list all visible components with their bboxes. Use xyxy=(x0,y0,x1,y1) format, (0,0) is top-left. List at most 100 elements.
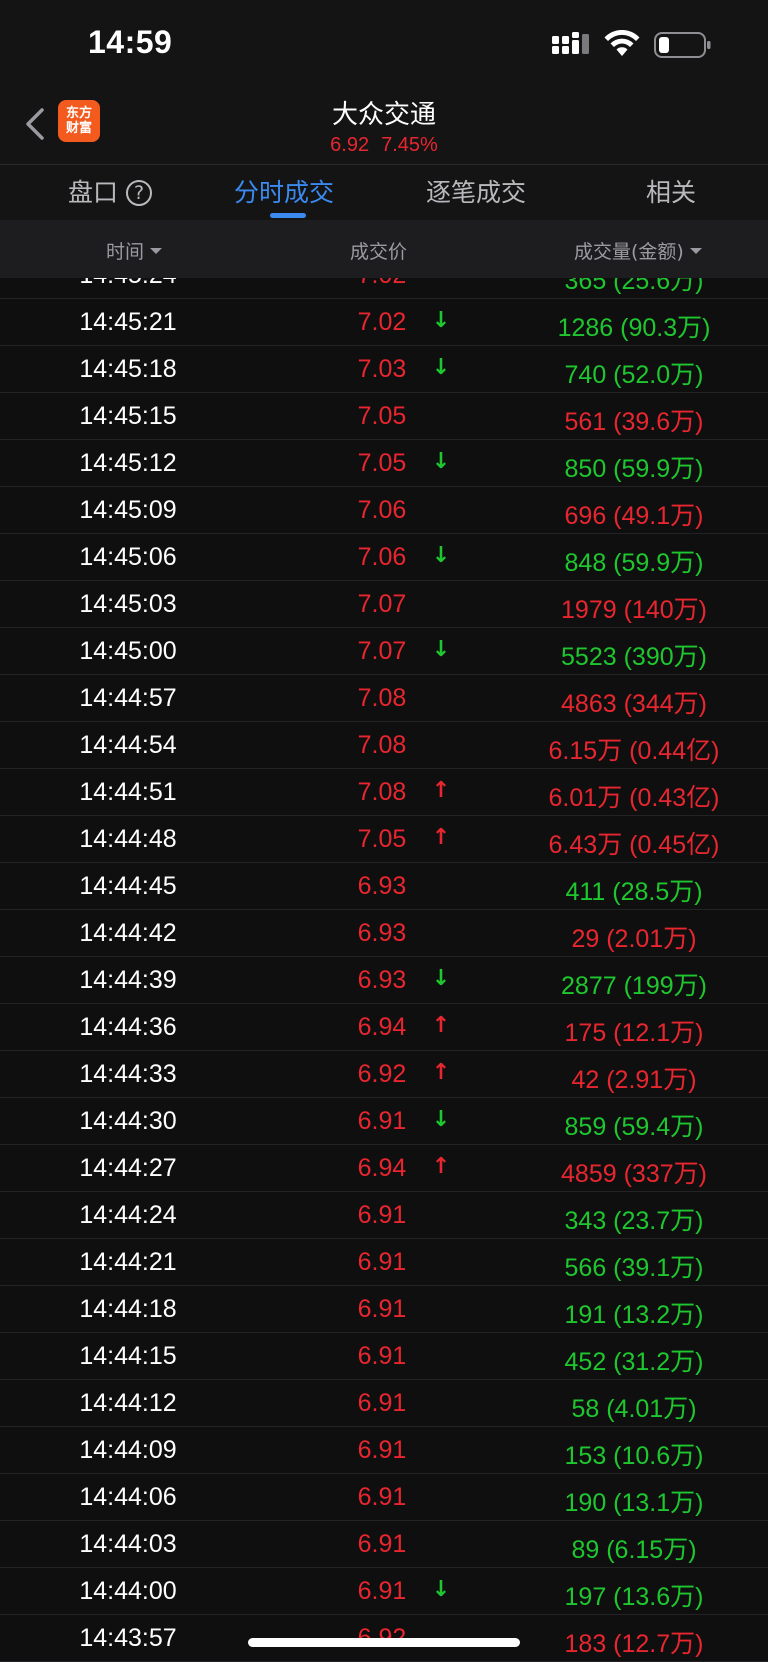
table-row[interactable]: 14:44:42 6.93 29 (2.01万) xyxy=(0,910,768,957)
table-row[interactable]: 14:45:24 7.02 365 (25.6万) xyxy=(0,278,768,299)
arrow-up-icon: ↑ xyxy=(431,1154,451,1179)
trade-volume: 6.15万 (0.44亿) xyxy=(548,737,720,765)
trade-time: 14:45:24 xyxy=(28,278,228,290)
table-row[interactable]: 14:45:15 7.05 561 (39.6万) xyxy=(0,393,768,440)
trade-volume: 859 (59.4万) xyxy=(564,1113,704,1141)
trade-time: 14:44:24 xyxy=(79,1201,177,1229)
table-row[interactable]: 14:44:09 6.91 153 (10.6万) xyxy=(0,1427,768,1474)
col-volume-sort[interactable]: 成交量(金额) xyxy=(574,237,702,264)
trade-time: 14:43:57 xyxy=(79,1624,177,1652)
trade-volume: 1286 (90.3万) xyxy=(557,314,711,342)
table-row[interactable]: 14:44:33 6.92 ↑ 42 (2.91万) xyxy=(0,1051,768,1098)
col-price-label: 成交价 xyxy=(350,241,408,263)
table-row[interactable]: 14:44:00 6.91 ↓ 197 (13.6万) xyxy=(0,1568,768,1615)
table-row[interactable]: 14:44:39 6.93 ↓ 2877 (199万) xyxy=(0,957,768,1004)
tab-tick-by-tick[interactable]: 逐笔成交 xyxy=(426,173,526,213)
table-row[interactable]: 14:44:24 6.91 343 (23.7万) xyxy=(0,1192,768,1239)
home-indicator[interactable] xyxy=(248,1638,520,1647)
table-row[interactable]: 14:44:27 6.94 ↑ 4859 (337万) xyxy=(0,1145,768,1192)
trade-volume: 452 (31.2万) xyxy=(564,1348,704,1376)
trade-price: 7.08 xyxy=(357,684,407,712)
stock-price: 6.92 xyxy=(330,134,370,156)
col-time-label: 时间 xyxy=(106,241,145,263)
trade-list[interactable]: 14:45:24 7.02 365 (25.6万) 14:45:21 7.02 ↓ 1286… xyxy=(0,278,768,1662)
trade-volume: 343 (23.7万) xyxy=(564,1207,704,1235)
trade-volume: 1979 (140万) xyxy=(561,596,707,624)
status-bar: 14:59 xyxy=(0,0,768,90)
help-icon[interactable]: ? xyxy=(126,180,153,206)
table-row[interactable]: 14:44:15 6.91 452 (31.2万) xyxy=(0,1333,768,1380)
table-row[interactable]: 14:45:06 7.06 ↓ 848 (59.9万) xyxy=(0,534,768,581)
trade-time: 14:44:33 xyxy=(79,1060,177,1088)
stock-name: 大众交通 xyxy=(331,100,436,130)
col-price: 成交价 xyxy=(350,237,407,264)
trade-time: 14:44:18 xyxy=(79,1295,177,1323)
trade-volume: 89 (6.15万) xyxy=(571,1536,697,1564)
table-row[interactable]: 14:44:48 7.05 ↑ 6.43万 (0.45亿) xyxy=(0,816,768,863)
col-time-sort[interactable]: 时间 xyxy=(106,237,163,264)
table-row[interactable]: 14:44:36 6.94 ↑ 175 (12.1万) xyxy=(0,1004,768,1051)
tab-related[interactable]: 相关 xyxy=(646,173,696,213)
arrow-down-icon: ↓ xyxy=(431,637,451,662)
tab-label: 相关 xyxy=(646,178,697,207)
trade-volume: 190 (13.1万) xyxy=(564,1489,704,1517)
trade-price: 6.93 xyxy=(357,872,407,900)
table-row[interactable]: 14:44:18 6.91 191 (13.2万) xyxy=(0,1286,768,1333)
trade-volume: 153 (10.6万) xyxy=(564,1442,704,1470)
trade-volume: 29 (2.01万) xyxy=(571,925,697,953)
arrow-up-icon: ↑ xyxy=(431,825,451,850)
table-row[interactable]: 14:44:54 7.08 6.15万 (0.44亿) xyxy=(0,722,768,769)
trade-price: 6.91 xyxy=(357,1248,407,1276)
trade-time: 14:45:12 xyxy=(79,449,177,477)
trade-time: 14:44:21 xyxy=(79,1248,177,1276)
trade-time: 14:44:39 xyxy=(79,966,177,994)
table-row[interactable]: 14:44:12 6.91 58 (4.01万) xyxy=(0,1380,768,1427)
arrow-down-icon: ↓ xyxy=(431,966,451,991)
table-row[interactable]: 14:45:00 7.07 ↓ 5523 (390万) xyxy=(0,628,768,675)
tab-bar: 盘口? 分时成交 逐笔成交 相关 xyxy=(0,164,768,221)
arrow-down-icon: ↓ xyxy=(431,449,451,474)
table-row[interactable]: 14:44:45 6.93 411 (28.5万) xyxy=(0,863,768,910)
table-row[interactable]: 14:45:21 7.02 ↓ 1286 (90.3万) xyxy=(0,299,768,346)
trade-volume: 183 (12.7万) xyxy=(564,1630,704,1658)
tab-order-book[interactable]: 盘口? xyxy=(68,173,153,213)
nav-bar: 东方 财富 大众交通 6.92 7.45% xyxy=(0,90,768,164)
trade-time: 14:45:18 xyxy=(79,355,177,383)
table-row[interactable]: 14:44:06 6.91 190 (13.1万) xyxy=(0,1474,768,1521)
trade-volume: 5523 (390万) xyxy=(561,643,707,671)
table-row[interactable]: 14:44:30 6.91 ↓ 859 (59.4万) xyxy=(0,1098,768,1145)
arrow-down-icon: ↓ xyxy=(431,1577,451,1602)
status-time: 14:59 xyxy=(88,24,173,60)
trade-price: 7.05 xyxy=(357,402,407,430)
tab-time-sales[interactable]: 分时成交 xyxy=(234,173,334,213)
trade-volume: 850 (59.9万) xyxy=(564,455,704,483)
trade-time: 14:44:42 xyxy=(79,919,177,947)
arrow-down-icon: ↓ xyxy=(431,1107,451,1132)
trade-volume: 411 (28.5万) xyxy=(565,878,703,906)
trade-volume: 58 (4.01万) xyxy=(571,1395,697,1423)
trade-volume: 740 (52.0万) xyxy=(564,361,704,389)
trade-price: 6.91 xyxy=(357,1530,407,1558)
trade-price: 6.91 xyxy=(357,1483,407,1511)
arrow-up-icon: ↑ xyxy=(431,1013,451,1038)
table-row[interactable]: 14:44:21 6.91 566 (39.1万) xyxy=(0,1239,768,1286)
table-row[interactable]: 14:45:09 7.06 696 (49.1万) xyxy=(0,487,768,534)
arrow-down-icon: ↓ xyxy=(431,308,451,333)
table-row[interactable]: 14:44:57 7.08 4863 (344万) xyxy=(0,675,768,722)
trade-price: 7.02 xyxy=(300,278,464,290)
trade-volume: 561 (39.6万) xyxy=(564,408,704,436)
trade-volume: 175 (12.1万) xyxy=(564,1019,704,1047)
arrow-up-icon: ↑ xyxy=(431,1060,451,1085)
trade-time: 14:45:21 xyxy=(79,308,177,336)
trade-volume: 365 (25.6万) xyxy=(564,278,704,295)
table-row[interactable]: 14:44:51 7.08 ↑ 6.01万 (0.43亿) xyxy=(0,769,768,816)
trade-volume: 191 (13.2万) xyxy=(564,1301,704,1329)
table-row[interactable]: 14:45:03 7.07 1979 (140万) xyxy=(0,581,768,628)
sort-caret-icon xyxy=(689,248,702,254)
trade-price: 6.91 xyxy=(357,1436,407,1464)
table-row[interactable]: 14:44:03 6.91 89 (6.15万) xyxy=(0,1521,768,1568)
trade-volume: 696 (49.1万) xyxy=(564,502,704,530)
table-row[interactable]: 14:45:18 7.03 ↓ 740 (52.0万) xyxy=(0,346,768,393)
table-row[interactable]: 14:45:12 7.05 ↓ 850 (59.9万) xyxy=(0,440,768,487)
wifi-icon xyxy=(604,30,640,56)
